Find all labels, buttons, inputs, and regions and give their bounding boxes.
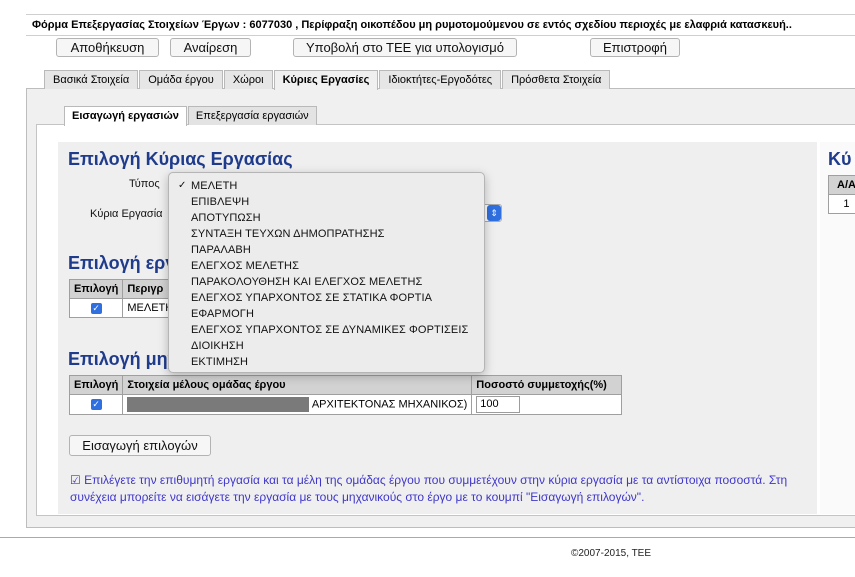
- col-select: Επιλογή: [68, 279, 124, 299]
- dropdown-option[interactable]: ΠΑΡΑΚΟΛΟΥΘΗΣΗ ΚΑΙ ΕΛΕΓΧΟΣ ΜΕΛΕΤΗΣ: [169, 274, 484, 290]
- back-button[interactable]: Επιστροφή: [590, 38, 680, 57]
- redacted-name: [127, 397, 310, 412]
- dropdown-option[interactable]: ΕΛΕΓΧΟΣ ΥΠΑΡΧΟΝΤΟΣ ΣΕ ΣΤΑΤΙΚΑ ΦΟΡΤΙΑ: [169, 290, 484, 306]
- dropdown-option[interactable]: ✓ ΜΕΛΕΤΗ: [169, 178, 484, 194]
- form-title: Φόρμα Επεξεργασίας Στοιχείων Έργων : 607…: [26, 14, 855, 36]
- col-percentage: Ποσοστό συμμετοχής(%): [471, 375, 623, 395]
- checkmark-icon: ✓: [178, 180, 187, 191]
- section-main-work-title: Επιλογή Κύριας Εργασίας: [68, 149, 293, 169]
- work-table: Επιλογή Περιγρ ✓ ΜΕΛΕΤΗ: [68, 279, 184, 318]
- info-text: Επιλέγετε την επιθυμητή εργασία και τα μ…: [70, 473, 788, 504]
- dropdown-option[interactable]: ΕΛΕΓΧΟΣ ΜΕΛΕΤΗΣ: [169, 258, 484, 274]
- col-member: Στοιχεία μέλους ομάδας έργου: [122, 375, 473, 395]
- tab-main-works[interactable]: Κύριες Εργασίες: [273, 70, 379, 90]
- row-number: 1: [828, 194, 855, 214]
- col-aa: Α/Α: [828, 175, 855, 195]
- dropdown-option[interactable]: ΕΚΤΙΜΗΣΗ: [169, 354, 484, 370]
- section-work-select-title: Επιλογή εργ: [68, 253, 176, 273]
- percentage-input[interactable]: 100: [476, 396, 521, 413]
- footer-copyright: ©2007-2015, ΤΕΕ: [571, 548, 652, 559]
- table-row: ✓ ΑΡΧΙΤΕΚΤΟΝΑΣ ΜΗΧΑΝΙΚΟΣ) 100: [68, 394, 623, 415]
- section-engineer-select-title: Επιλογή μηχ: [68, 349, 178, 369]
- save-button[interactable]: Αποθήκευση: [56, 38, 159, 57]
- table-row: 1: [828, 194, 855, 214]
- divider: [0, 537, 855, 538]
- tab-additional-info[interactable]: Πρόσθετα Στοιχεία: [502, 70, 611, 89]
- submit-to-tee-button[interactable]: Υποβολή στο ΤΕΕ για υπολογισμό: [293, 38, 517, 57]
- select-arrow-icon[interactable]: ⇕: [487, 205, 501, 221]
- engineers-table: Επιλογή Στοιχεία μέλους ομάδας έργου Ποσ…: [68, 375, 623, 415]
- right-panel-title: Κύ: [828, 149, 852, 169]
- right-table: Α/Α 1: [828, 175, 855, 214]
- tab-spaces[interactable]: Χώροι: [223, 70, 273, 89]
- table-row: ✓ ΜΕΛΕΤΗ: [68, 298, 184, 318]
- subtab-edit-works[interactable]: Επεξεργασία εργασιών: [187, 106, 317, 125]
- dropdown-option[interactable]: ΕΠΙΒΛΕΨΗ: [169, 194, 484, 210]
- sub-tabs: Εισαγωγή εργασιών Επεξεργασία εργασιών: [64, 106, 318, 126]
- type-label: Τύπος: [129, 178, 160, 190]
- main-work-label: Κύρια Εργασία: [90, 208, 163, 220]
- dropdown-option[interactable]: ΠΑΡΑΛΑΒΗ: [169, 242, 484, 258]
- dropdown-option[interactable]: ΕΦΑΡΜΟΓΗ: [169, 306, 484, 322]
- engineer-checkbox[interactable]: ✓: [90, 399, 102, 411]
- cancel-button[interactable]: Αναίρεση: [170, 38, 251, 57]
- check-icon: ☑: [70, 473, 81, 487]
- tab-project-team[interactable]: Ομάδα έργου: [139, 70, 223, 89]
- subtab-insert-works[interactable]: Εισαγωγή εργασιών: [64, 106, 187, 126]
- work-checkbox[interactable]: ✓: [90, 302, 102, 314]
- dropdown-option[interactable]: ΔΙΟΙΚΗΣΗ: [169, 338, 484, 354]
- tab-owners-employers[interactable]: Ιδιοκτήτες-Εργοδότες: [379, 70, 502, 89]
- engineer-role: ΑΡΧΙΤΕΚΤΟΝΑΣ ΜΗΧΑΝΙΚΟΣ): [311, 398, 468, 411]
- main-tabs: Βασικά Στοιχεία Ομάδα έργου Χώροι Κύριες…: [44, 70, 611, 90]
- type-dropdown-menu[interactable]: ✓ ΜΕΛΕΤΗ ΕΠΙΒΛΕΨΗ ΑΠΟΤΥΠΩΣΗ ΣΥΝΤΑΞΗ ΤΕΥΧΩ…: [168, 172, 485, 373]
- col-select: Επιλογή: [68, 375, 124, 395]
- dropdown-option[interactable]: ΕΛΕΓΧΟΣ ΥΠΑΡΧΟΝΤΟΣ ΣΕ ΔΥΝΑΜΙΚΕΣ ΦΟΡΤΙΣΕΙ…: [169, 322, 484, 338]
- tab-basic-info[interactable]: Βασικά Στοιχεία: [44, 70, 139, 89]
- dropdown-option[interactable]: ΣΥΝΤΑΞΗ ΤΕΥΧΩΝ ΔΗΜΟΠΡΑΤΗΣΗΣ: [169, 226, 484, 242]
- dropdown-option[interactable]: ΑΠΟΤΥΠΩΣΗ: [169, 210, 484, 226]
- insert-selections-button[interactable]: Εισαγωγή επιλογών: [69, 435, 211, 456]
